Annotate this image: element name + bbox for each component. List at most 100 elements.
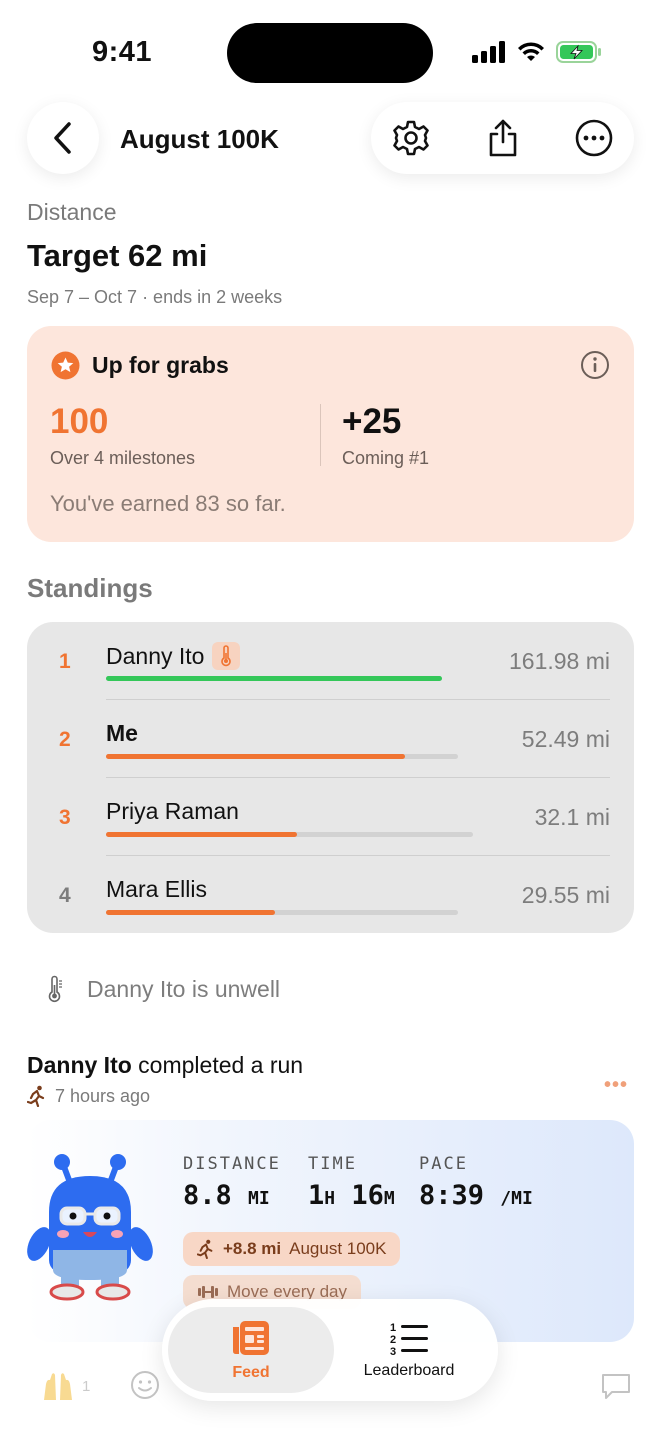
tab-leaderboard[interactable]: 1 2 3 Leaderboard [326, 1307, 492, 1393]
standings-title: Standings [27, 573, 153, 603]
distance-value: 8.8 MI [183, 1180, 270, 1211]
comment-button[interactable] [600, 1372, 632, 1405]
time-hours-unit: H [324, 1188, 336, 1209]
chip-amount: +8.8 mi [223, 1239, 282, 1258]
ellipsis-circle-icon [575, 119, 613, 157]
grabs-earned-text: You've earned 83 so far. [50, 491, 286, 516]
reaction-button[interactable]: 1 [40, 1370, 90, 1402]
grabs-points-caption: Over 4 milestones [50, 448, 196, 468]
pace-unit: /MI [500, 1188, 533, 1209]
participant-name: Priya Raman [106, 798, 239, 824]
post-more-button[interactable]: ••• [604, 1074, 628, 1097]
dumbbell-icon [198, 1286, 218, 1298]
standings-row[interactable]: 1 Danny Ito 161.98 mi [27, 622, 634, 700]
dynamic-island [227, 23, 433, 83]
pace-label: PACE [419, 1154, 468, 1174]
participant-name: Danny Ito [106, 642, 241, 670]
unwell-text: Danny Ito is unwell [87, 975, 281, 1002]
thermometer-icon [221, 645, 232, 667]
grabs-points: 100 [50, 402, 109, 441]
status-time: 9:41 [92, 36, 153, 68]
tab-leaderboard-label: Leaderboard [363, 1362, 455, 1379]
numbered-list-icon: 1 2 3 [390, 1322, 428, 1356]
challenge-dates: Sep 7 – Oct 7 · ends in 2 weeks [27, 287, 283, 307]
progress-track [106, 832, 473, 837]
smiley-icon [131, 1371, 159, 1399]
cellular-signal-icon [472, 41, 505, 63]
rank: 4 [59, 884, 71, 907]
participant-distance: 32.1 mi [534, 804, 610, 830]
grabs-bonus-caption: Coming #1 [342, 448, 430, 468]
progress-track [106, 676, 442, 681]
standings-row[interactable]: 3 Priya Raman 32.1 mi [27, 778, 634, 856]
up-for-grabs-card: Up for grabs 100 Over 4 milestones +25 C… [27, 326, 634, 542]
reaction-count: 1 [82, 1377, 91, 1395]
info-button[interactable] [580, 350, 610, 385]
tab-feed-label: Feed [232, 1364, 270, 1381]
challenge-contribution-chip[interactable]: +8.8 mi August 100K [183, 1232, 401, 1266]
status-bar: 9:41 [0, 0, 660, 100]
gear-icon [393, 120, 429, 156]
grabs-header: Up for grabs [51, 351, 229, 380]
comment-icon [602, 1374, 630, 1399]
pace-value: 8:39 /MI [419, 1180, 533, 1211]
svg-text:1: 1 [390, 1322, 396, 1334]
time-minutes-unit: M [383, 1188, 395, 1209]
time-hours: 1 [308, 1180, 325, 1211]
grabs-title: Up for grabs [92, 352, 229, 378]
progress-track [106, 754, 458, 759]
newspaper-icon [233, 1321, 269, 1355]
tab-bar: Feed 1 2 3 Leaderboard [162, 1299, 498, 1401]
rank: 2 [59, 728, 71, 751]
add-reaction-button[interactable] [130, 1370, 160, 1405]
mascot-illustration [27, 1154, 153, 1301]
rank: 1 [59, 650, 71, 673]
svg-text:2: 2 [390, 1334, 396, 1346]
unwell-badge [212, 642, 241, 670]
grabs-bonus: +25 [342, 402, 402, 441]
challenge-target: Target 62 mi [27, 238, 208, 273]
participant-distance: 161.98 mi [508, 648, 610, 674]
chevron-left-icon [54, 122, 71, 154]
share-button[interactable] [483, 118, 523, 158]
time-label: TIME [308, 1154, 357, 1174]
post-action: completed a run [131, 1052, 304, 1078]
page-title: August 100K [120, 124, 279, 154]
share-icon [489, 119, 517, 157]
nav-bar: August 100K [0, 100, 660, 180]
time-value: 1H 16M [308, 1180, 395, 1211]
tab-feed[interactable]: Feed [168, 1307, 334, 1393]
battery-charging-icon [556, 41, 601, 63]
divider [320, 404, 321, 466]
standings-list: 1 Danny Ito 161.98 mi 2 Me 52.49 mi 3 Pr… [27, 622, 634, 933]
progress-fill [106, 676, 442, 681]
rank: 3 [59, 806, 71, 829]
nav-actions [371, 102, 634, 174]
post-meta: 7 hours ago [27, 1085, 150, 1107]
progress-fill [106, 910, 275, 915]
settings-button[interactable] [391, 118, 431, 158]
star-badge-icon [51, 351, 80, 380]
running-icon [27, 1085, 45, 1107]
standings-row[interactable]: 4 Mara Ellis 29.55 mi [27, 856, 634, 934]
post-author[interactable]: Danny Ito [27, 1052, 132, 1078]
running-icon [197, 1239, 213, 1259]
post-header: Danny Ito completed a run [27, 1052, 303, 1079]
participant-name-text: Danny Ito [106, 642, 205, 669]
participant-distance: 29.55 mi [521, 882, 610, 908]
wifi-icon [518, 42, 544, 61]
info-icon [581, 351, 609, 379]
back-button[interactable] [27, 102, 99, 174]
more-button[interactable] [574, 118, 614, 158]
status-icons [472, 40, 602, 64]
standings-row[interactable]: 2 Me 52.49 mi [27, 700, 634, 778]
participant-name: Me [106, 720, 138, 746]
chip-challenge: August 100K [289, 1239, 387, 1258]
participant-name: Mara Ellis [106, 876, 207, 902]
progress-track [106, 910, 458, 915]
thermometer-icon [48, 975, 62, 1003]
raised-hands-icon [44, 1373, 72, 1400]
progress-fill [106, 754, 406, 759]
distance-unit: MI [248, 1188, 270, 1209]
distance-number: 8.8 [183, 1180, 232, 1211]
